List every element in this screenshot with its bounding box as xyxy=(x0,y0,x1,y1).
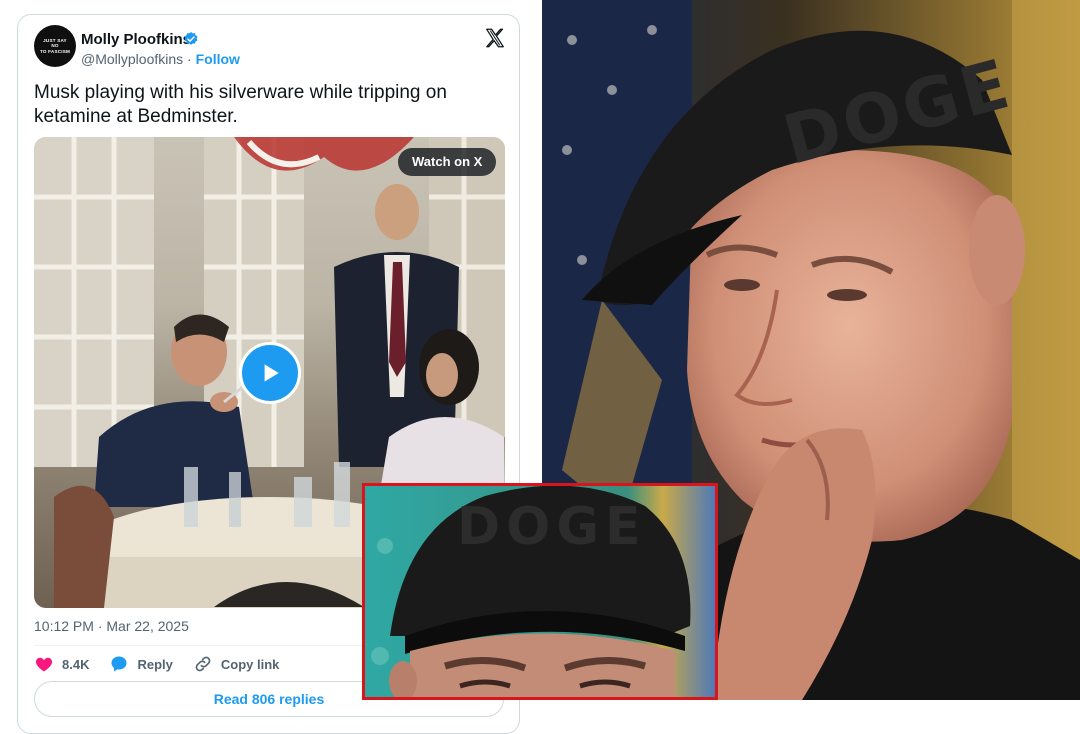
inset-cap-text: DOGE xyxy=(457,497,647,557)
display-name[interactable]: Molly Ploofkins xyxy=(81,31,191,48)
reply-button[interactable]: Reply xyxy=(109,654,173,674)
verified-badge-icon xyxy=(184,32,198,45)
reply-label: Reply xyxy=(137,656,173,672)
copy-link-button[interactable]: Copy link xyxy=(193,654,280,674)
separator: · xyxy=(183,51,196,67)
heart-icon xyxy=(35,657,53,672)
follow-button[interactable]: Follow xyxy=(196,51,240,67)
inset-photo-image: DOGE xyxy=(365,486,715,697)
handle[interactable]: @Mollyploofkins xyxy=(81,51,183,67)
play-button[interactable] xyxy=(239,342,301,404)
action-bar: 8.4K Reply Copy link xyxy=(34,653,279,675)
avatar-text: JUST SAY NO TO FASCISM xyxy=(40,37,70,54)
inset-photo: DOGE xyxy=(362,483,718,700)
avatar[interactable]: JUST SAY NO TO FASCISM xyxy=(34,25,76,67)
reply-bubble-icon xyxy=(111,656,127,672)
handle-row: @Mollyploofkins · Follow xyxy=(81,51,240,67)
like-button[interactable]: 8.4K xyxy=(34,654,89,674)
play-icon xyxy=(264,364,279,382)
timestamp[interactable]: 10:12 PM · Mar 22, 2025 xyxy=(34,618,189,634)
like-count: 8.4K xyxy=(62,656,90,672)
tweet-text: Musk playing with his silverware while t… xyxy=(34,82,447,127)
watch-on-x-button[interactable]: Watch on X xyxy=(398,148,497,176)
copy-link-label: Copy link xyxy=(220,656,280,672)
link-icon xyxy=(195,656,211,672)
x-logo-icon[interactable] xyxy=(484,27,506,49)
